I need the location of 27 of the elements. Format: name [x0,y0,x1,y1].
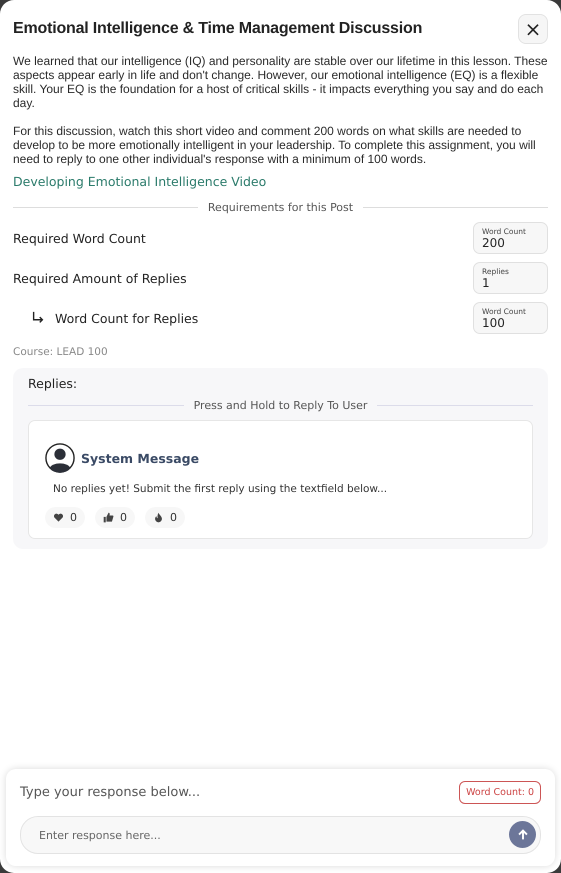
hint-text: Press and Hold to Reply To User [194,399,368,412]
up-arrow-icon [516,828,530,842]
close-button[interactable]: × [518,14,548,44]
video-link[interactable]: Developing Emotional Intelligence Video [13,174,266,189]
replies-heading: Replies: [28,376,78,391]
composer-prompt: Type your response below... [20,785,200,800]
thumbs-up-icon [103,512,114,523]
reaction-button[interactable]: 0 [95,507,135,528]
description-paragraph: For this discussion, watch this short video and comment 200 words on what skills are needed to develop to be more emotionally intelligent in your leadership. To complete this assignment, you will need to reply to one other individual's response with a minimum of 100 words. [13,124,537,166]
description-paragraph: We learned that our intelligence (IQ) and personality are stable over our lifetime in this lesson. These aspects appear early in life and don't change. However, our emotional intelligence (EQ) is a flexible skill. Your EQ is the foundation for a host of critical skills - it impacts everything you say and do each day. [13,54,548,110]
reaction-button[interactable]: 0 [45,507,85,528]
return-arrow-icon [31,311,45,325]
requirement-label: Word Count for Replies [55,310,200,326]
reaction-button[interactable]: 0 [145,507,185,528]
word-count-badge: Word Count: 0 [459,781,541,804]
requirement-label: Required Word Count [13,230,146,246]
dialog-title: Emotional Intelligence & Time Management Discussion [13,20,422,38]
requirement-label: Required Amount of Replies [13,270,187,286]
fire-icon [153,512,164,523]
section-heading: Requirements for this Post [208,201,354,214]
author-name: System Message [81,450,200,466]
heart-icon [53,512,64,523]
response-field[interactable]: Enter response here... [20,816,541,854]
message-card[interactable]: System Message No replies yet! Submit the first reply using the textfield below... 0 0 0 [28,420,533,539]
message-text: No replies yet! Submit the first reply using the textfield below... [53,483,388,495]
avatar-icon [45,443,75,473]
course-label: Course: LEAD 100 [13,346,109,358]
